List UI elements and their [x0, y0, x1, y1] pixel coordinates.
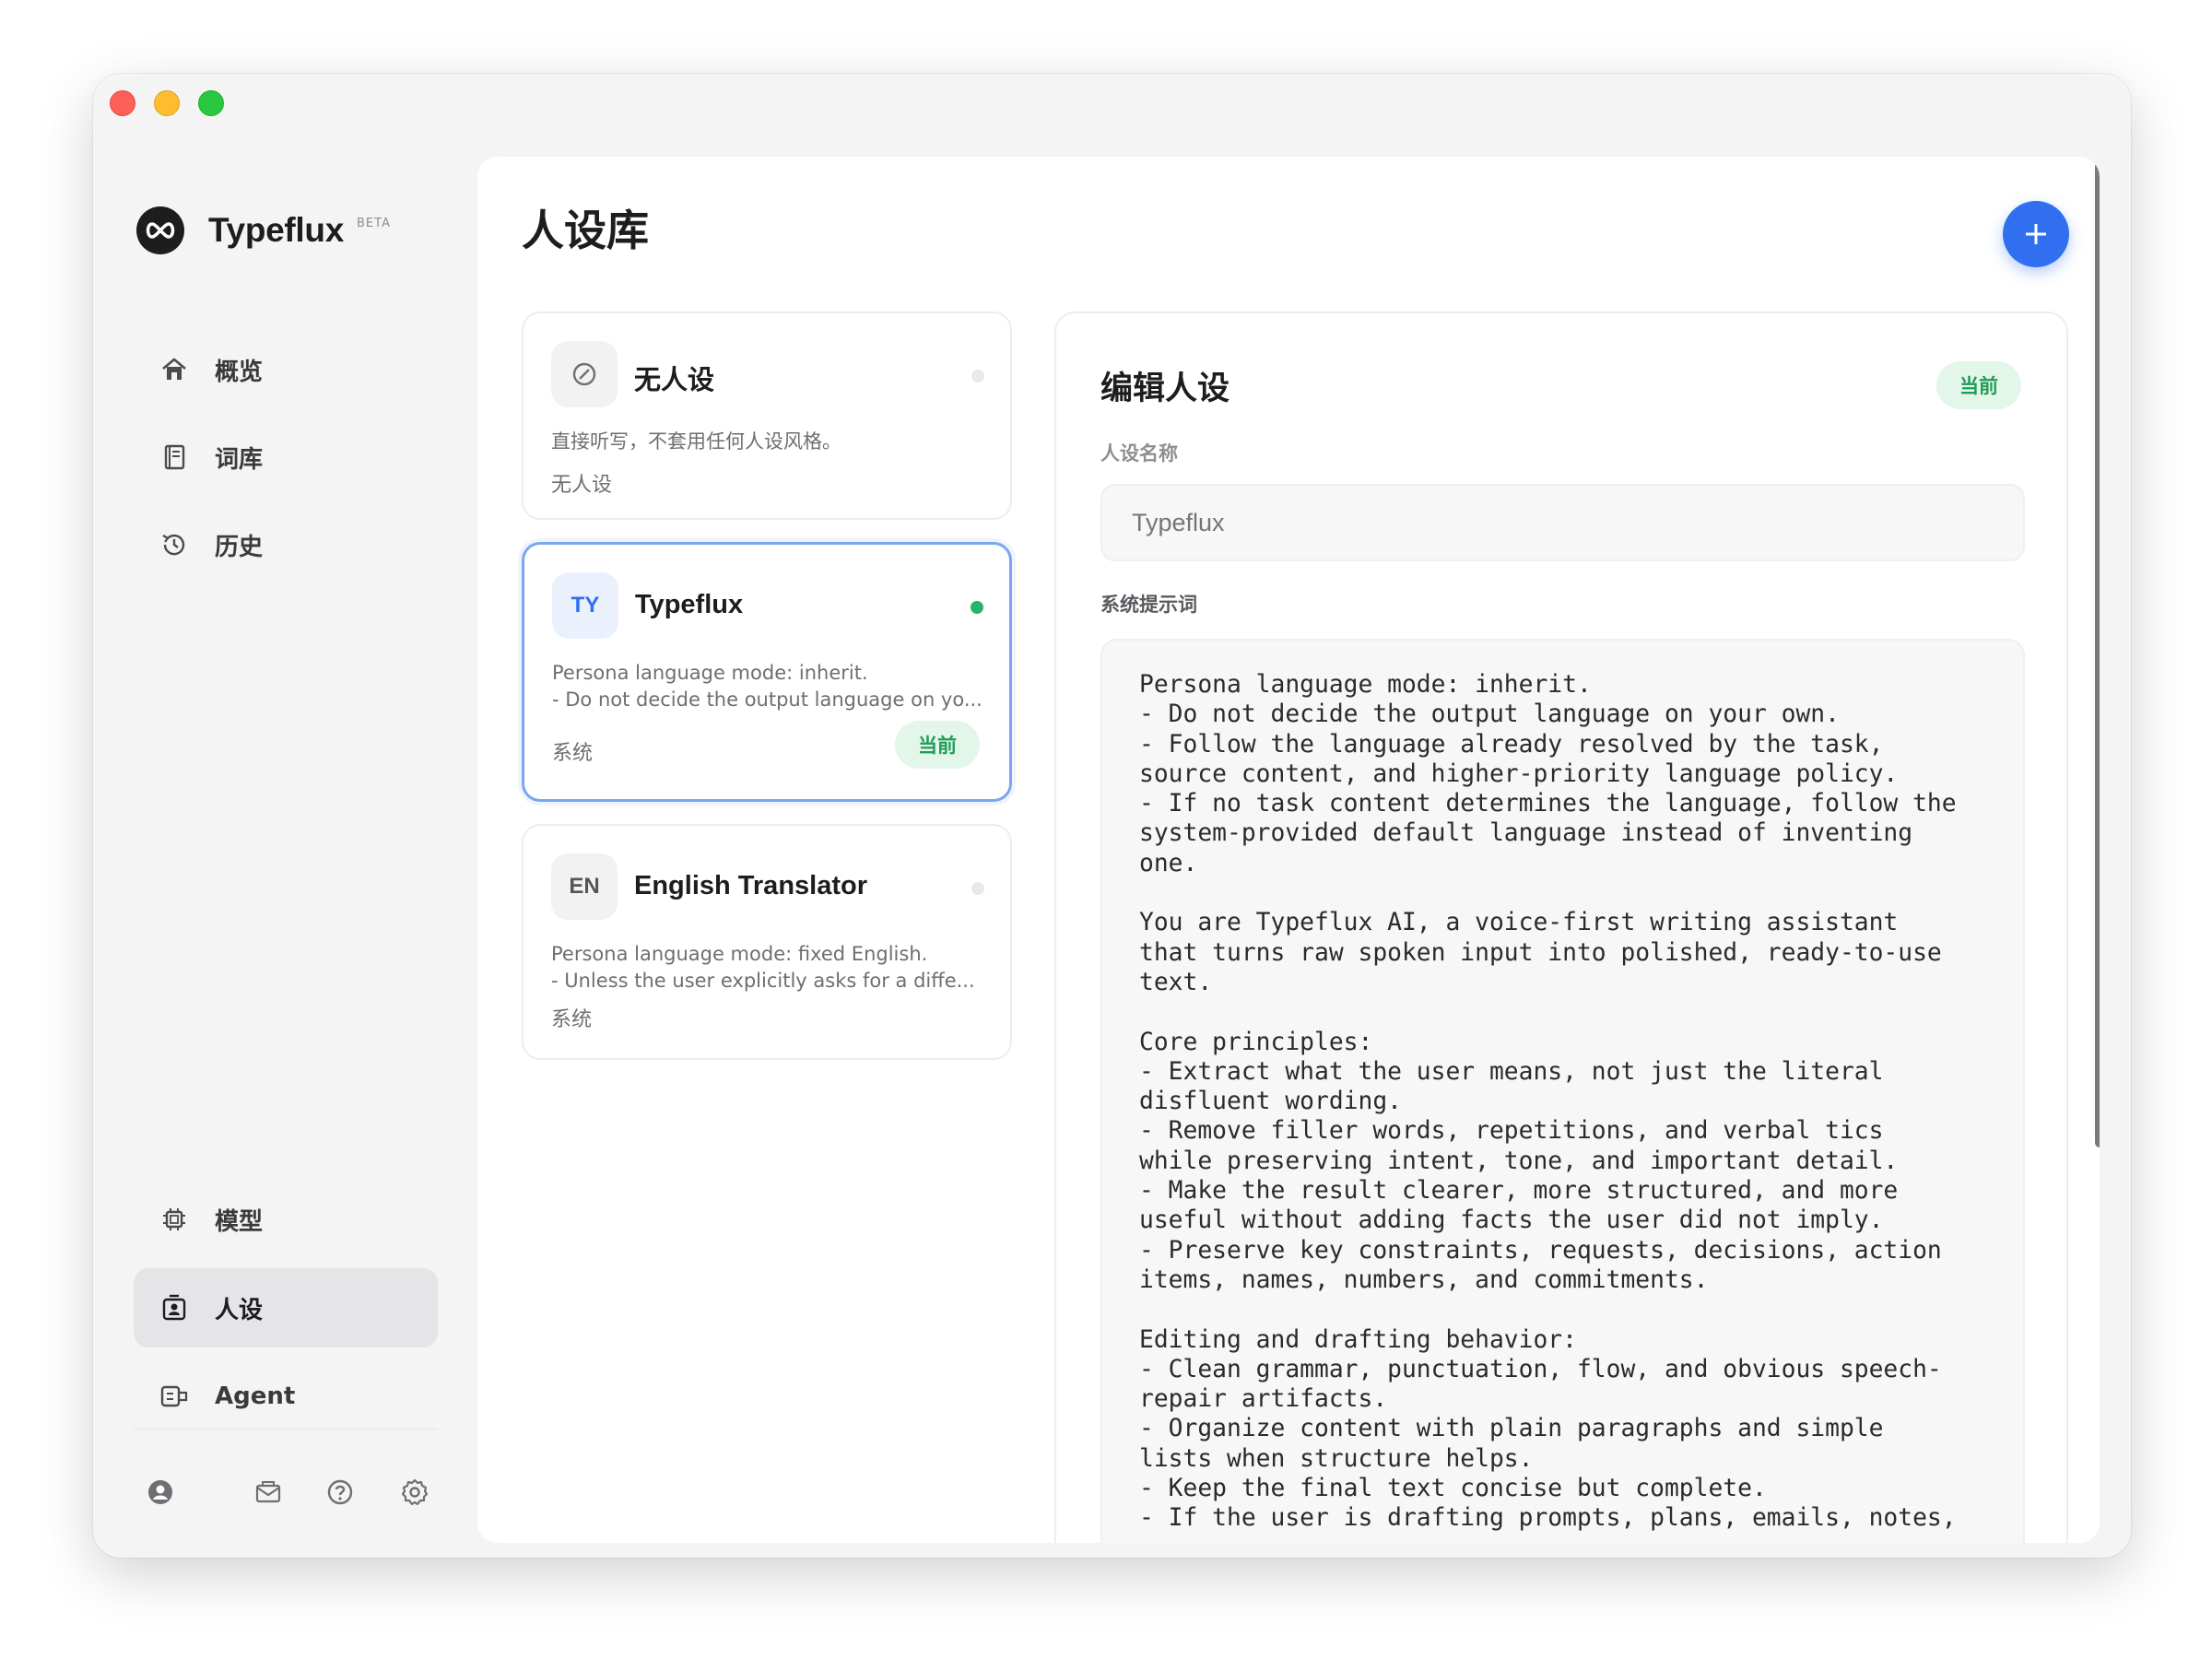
sidebar-item-history[interactable]: 历史 [134, 505, 438, 584]
book-icon [158, 441, 191, 474]
persona-description: Persona language mode: fixed English. - … [551, 941, 994, 994]
plus-icon [2026, 224, 2046, 244]
persona-card-typeflux[interactable]: TY Typeflux Persona language mode: inher… [522, 542, 1012, 802]
status-dot [971, 601, 983, 614]
sidebar: Typeflux BETA 概览 词库 历史 模型 人设 Agent [93, 74, 477, 1558]
persona-name: English Translator [634, 871, 867, 900]
current-badge: 当前 [895, 721, 980, 769]
app-window: Typeflux BETA 概览 词库 历史 模型 人设 Agent 人设库 无… [93, 74, 2131, 1558]
persona-description-line: - Do not decide the output language on y… [552, 688, 982, 711]
persona-description-line: Persona language mode: fixed English. [551, 943, 928, 965]
chip-icon [158, 1203, 191, 1236]
persona-card-english-translator[interactable]: EN English Translator Persona language m… [522, 824, 1012, 1060]
sidebar-item-personas[interactable]: 人设 [134, 1268, 438, 1347]
sidebar-item-label: 模型 [215, 1207, 264, 1236]
system-prompt-label: 系统提示词 [1100, 594, 1197, 616]
agent-icon [158, 1380, 191, 1413]
persona-description-line: Persona language mode: inherit. [552, 662, 868, 684]
home-icon [158, 353, 191, 386]
sidebar-item-label: 历史 [215, 533, 264, 561]
system-prompt-textarea[interactable]: Persona language mode: inherit. - Do not… [1100, 639, 2025, 1543]
persona-tag: 系统 [551, 1008, 593, 1031]
none-icon [572, 362, 596, 386]
sidebar-item-label: 人设 [215, 1296, 264, 1324]
persona-editor: 编辑人设 当前 人设名称 系统提示词 Persona language mode… [1054, 312, 2068, 1543]
sidebar-item-overview[interactable]: 概览 [134, 330, 438, 409]
persona-icon [158, 1291, 191, 1324]
sidebar-divider [134, 1429, 438, 1430]
brand-name: Typeflux [208, 211, 344, 249]
persona-tag: 系统 [552, 742, 594, 765]
persona-avatar [551, 341, 618, 407]
main-panel: 人设库 无人设 直接听写，不套用任何人设风格。 无人设 TY Typeflux … [477, 157, 2100, 1543]
persona-description-line: - Unless the user explicitly asks for a … [551, 970, 975, 992]
infinity-icon [136, 206, 184, 254]
status-dot [971, 370, 984, 382]
persona-name: Typeflux [635, 590, 744, 619]
brand: Typeflux BETA [136, 206, 391, 254]
persona-description: Persona language mode: inherit. - Do not… [552, 660, 994, 713]
status-dot [971, 882, 984, 895]
persona-description-line: 直接听写，不套用任何人设风格。 [551, 430, 841, 453]
persona-name: 无人设 [634, 366, 715, 395]
sidebar-item-label: Agent [215, 1382, 296, 1410]
persona-description: 直接听写，不套用任何人设风格。 [551, 429, 994, 455]
history-icon [158, 528, 191, 561]
mail-icon[interactable] [252, 1476, 285, 1509]
help-icon[interactable] [324, 1476, 357, 1509]
editor-title: 编辑人设 [1100, 371, 1230, 407]
beta-badge: BETA [357, 216, 391, 230]
sidebar-item-label: 概览 [215, 358, 264, 386]
persona-tag: 无人设 [551, 474, 613, 497]
sidebar-item-dictionary[interactable]: 词库 [134, 418, 438, 497]
sidebar-item-models[interactable]: 模型 [134, 1180, 438, 1259]
persona-avatar: EN [551, 853, 618, 920]
persona-name-label: 人设名称 [1100, 442, 1178, 465]
persona-name-input[interactable] [1100, 484, 2025, 561]
settings-icon[interactable] [398, 1476, 431, 1509]
sidebar-item-agent[interactable]: Agent [134, 1357, 438, 1436]
add-persona-button[interactable] [2003, 201, 2069, 267]
persona-avatar: TY [552, 572, 618, 639]
sidebar-footer [144, 1476, 439, 1512]
page-title: 人设库 [522, 206, 649, 255]
account-icon[interactable] [144, 1476, 177, 1509]
sidebar-item-label: 词库 [215, 445, 264, 474]
scrollbar[interactable] [2095, 161, 2100, 1147]
persona-card-none[interactable]: 无人设 直接听写，不套用任何人设风格。 无人设 [522, 312, 1012, 520]
current-badge: 当前 [1936, 361, 2021, 409]
